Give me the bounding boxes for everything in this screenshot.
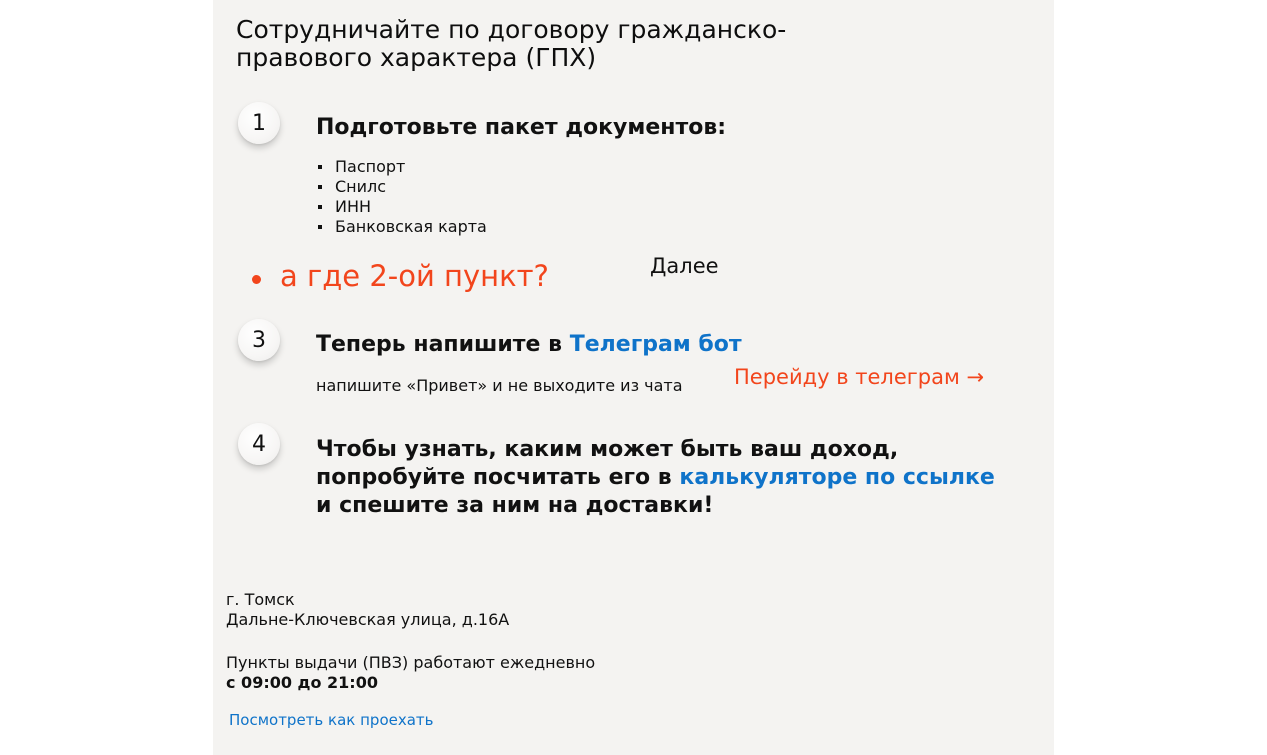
telegram-bot-link[interactable]: Телеграм бот bbox=[570, 332, 742, 357]
document-item-snils: Снилс bbox=[316, 177, 487, 197]
document-item-inn: ИНН bbox=[316, 197, 487, 217]
step-4-text: Чтобы узнать, каким может быть ваш доход… bbox=[316, 436, 1016, 520]
content-card: Сотрудничайте по договору гражданско-пра… bbox=[213, 0, 1054, 755]
page-title: Сотрудничайте по договору гражданско-пра… bbox=[236, 15, 787, 72]
step-3-heading: Теперь напишите в Телеграм бот bbox=[316, 332, 742, 357]
missing-step-question: а где 2-ой пункт? bbox=[280, 259, 549, 293]
calculator-link[interactable]: калькуляторе по ссылке bbox=[679, 465, 994, 490]
step-3-subtext: напишите «Привет» и не выходите из чата bbox=[316, 376, 683, 395]
step-3-number-badge: 3 bbox=[238, 319, 280, 361]
step-1-heading: Подготовьте пакет документов: bbox=[316, 115, 727, 140]
document-item-bank-card: Банковская карта bbox=[316, 217, 487, 237]
footer-city: г. Томск bbox=[226, 590, 295, 609]
go-to-telegram-link[interactable]: Перейду в телеграм → bbox=[734, 365, 984, 389]
route-directions-link[interactable]: Посмотреть как проехать bbox=[229, 711, 434, 729]
step-4-text-after: и спешите за ним на доставки! bbox=[316, 493, 714, 518]
next-label[interactable]: Далее bbox=[650, 254, 719, 278]
document-item-passport: Паспорт bbox=[316, 157, 487, 177]
footer-address: Дальне-Ключевская улица, д.16А bbox=[226, 610, 510, 629]
question-bullet-icon bbox=[252, 275, 261, 284]
step-3-heading-text: Теперь напишите в bbox=[316, 332, 570, 357]
document-list: Паспорт Снилс ИНН Банковская карта bbox=[316, 157, 487, 237]
footer-hours: с 09:00 до 21:00 bbox=[226, 673, 378, 692]
step-1-number-badge: 1 bbox=[238, 102, 280, 144]
footer-address-block: г. Томск Дальне-Ключевская улица, д.16А bbox=[226, 590, 509, 630]
footer-schedule: Пункты выдачи (ПВЗ) работают ежедневно bbox=[226, 653, 596, 672]
footer-schedule-block: Пункты выдачи (ПВЗ) работают ежедневно с… bbox=[226, 653, 595, 693]
step-4-number-badge: 4 bbox=[238, 423, 280, 465]
